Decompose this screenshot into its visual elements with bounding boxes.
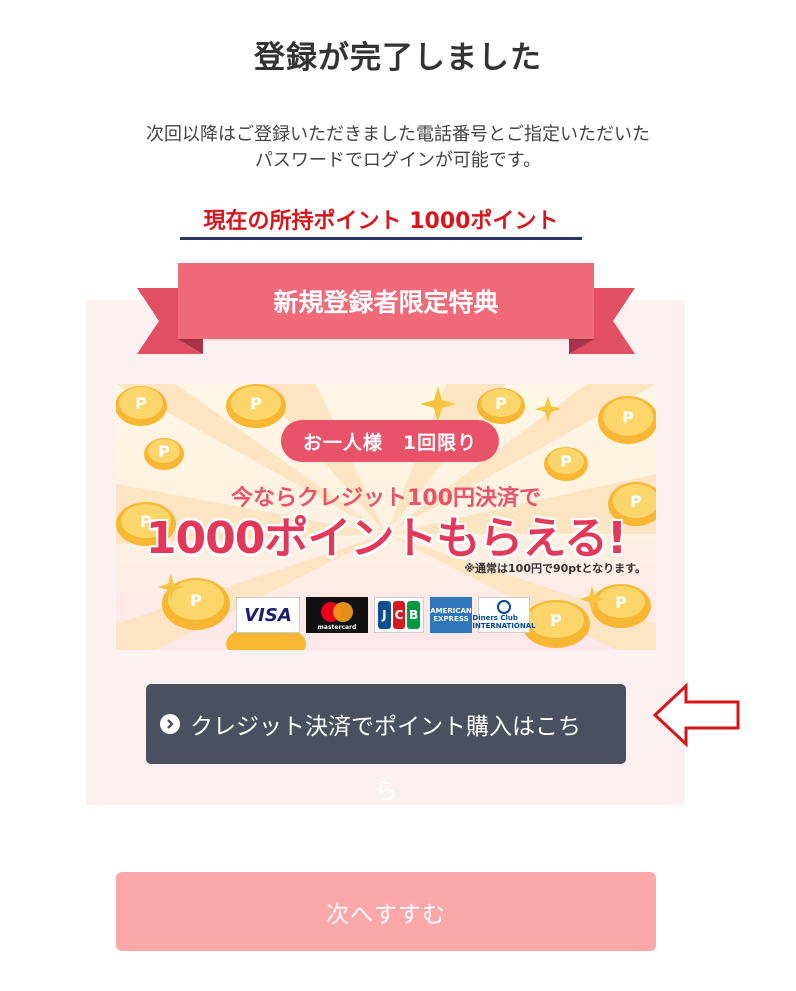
current-points: 現在の所持ポイント 1000ポイント	[203, 209, 559, 234]
arrow-left-outline-icon	[652, 682, 740, 748]
promo-banner[interactable]: P P P P P P P P P P P お一人様 1回限り 今ならクレジット…	[116, 384, 656, 650]
intro-line-1: 次回以降はご登録いただきました電話番号とご指定いただいた	[146, 124, 650, 145]
jcb-b: B	[407, 601, 421, 629]
svg-text:P: P	[250, 394, 262, 413]
amex-logo-icon: AMERICAN EXPRESS	[430, 597, 472, 633]
promo-main-text: 1000ポイントもらえる!	[145, 513, 627, 564]
diners-wordmark: Diners Club INTERNATIONAL	[472, 614, 536, 630]
chevron-right-circle-icon	[160, 714, 180, 734]
svg-text:P: P	[622, 408, 634, 427]
jcb-c: C	[392, 601, 406, 629]
card-brands: VISA mastercard J C B AMERICAN EXPRESS D…	[236, 597, 536, 635]
svg-text:P: P	[190, 591, 202, 610]
svg-text:P: P	[560, 452, 572, 471]
mastercard-logo-icon: mastercard	[306, 597, 368, 633]
ribbon-heading: 新規登録者限定特典	[178, 263, 594, 339]
points-underline	[180, 237, 582, 240]
promo-note: ※通常は100円で90ptとなります。	[464, 562, 646, 575]
svg-text:P: P	[135, 394, 147, 413]
buy-points-button-label: クレジット決済でポイント購入はこち	[190, 714, 581, 740]
once-per-person-badge: お一人様 1回限り	[281, 420, 499, 462]
buy-points-credit-button[interactable]: クレジット決済でポイント購入はこち	[146, 684, 626, 764]
svg-text:P: P	[550, 611, 562, 630]
intro-text: 次回以降はご登録いただきました電話番号とご指定いただいた パスワードでログインが…	[0, 122, 796, 174]
mastercard-wordmark: mastercard	[318, 624, 357, 631]
next-button[interactable]: 次へすすむ	[116, 872, 656, 951]
jcb-logo-icon: J C B	[374, 597, 424, 633]
diners-club-logo-icon: Diners Club INTERNATIONAL	[472, 597, 536, 633]
intro-line-2: パスワードでログインが可能です。	[254, 150, 542, 171]
visa-logo-icon: VISA	[236, 597, 300, 633]
buy-points-button-overflow-text: ら	[374, 779, 398, 805]
page-title: 登録が完了しました	[254, 40, 542, 76]
svg-text:P: P	[158, 442, 170, 461]
jcb-j: J	[378, 601, 391, 629]
svg-text:P: P	[495, 394, 507, 413]
svg-text:P: P	[615, 593, 627, 612]
diners-mark-icon	[497, 600, 511, 614]
